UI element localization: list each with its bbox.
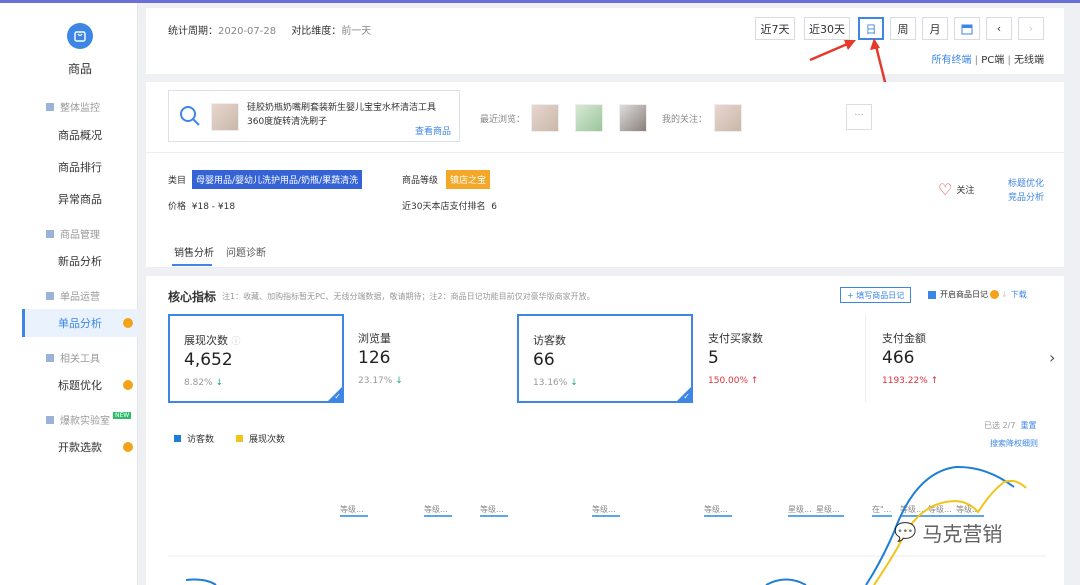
download-icon: ↓ — [1001, 290, 1008, 299]
tab-underline — [172, 264, 212, 266]
down-arrow-icon: ↓ — [570, 378, 578, 388]
next-arrow-icon[interactable]: › — [1018, 17, 1044, 40]
diary-toggle[interactable]: 开启商品日记 ↓ 下载 — [928, 289, 1027, 300]
recent-label: 最近浏览： — [480, 115, 526, 125]
chart-icon — [46, 229, 54, 238]
chart-icon — [46, 102, 54, 111]
title-optimize-link[interactable]: 标题优化 — [1008, 176, 1044, 189]
new-badge: NEW — [113, 412, 132, 419]
follow-thumb[interactable] — [714, 104, 742, 132]
help-icon[interactable]: ⓘ — [232, 337, 241, 347]
follow-label: 我的关注： — [662, 115, 708, 125]
competitor-link[interactable]: 竞品分析 — [1008, 190, 1044, 203]
section-overall-monitor: 整体监控 — [46, 99, 100, 114]
sidebar: 商品 整体监控 商品概况 商品排行 异常商品 商品管理 新品分析 单品运营 单品… — [0, 3, 138, 585]
metric-card-visitors[interactable]: 访客数 66 13.16% ↓ ✓ — [517, 314, 693, 403]
product-thumbnail — [211, 103, 239, 131]
metric-card-impressions[interactable]: 展现次数 ⓘ 4,652 8.82% ↓ ✓ — [168, 314, 344, 403]
prev-arrow-icon[interactable]: ‹ — [986, 17, 1012, 40]
terminal-all[interactable]: 所有终端 — [931, 55, 971, 66]
sidebar-item-overview[interactable]: 商品概况 — [22, 121, 138, 149]
category-tag: 母婴用品/婴幼儿洗护用品/奶瓶/果蔬清洗 — [192, 170, 363, 189]
btn-month[interactable]: 月 — [922, 17, 948, 40]
sidebar-item-ranking[interactable]: 商品排行 — [22, 153, 138, 181]
sidebar-item-title-optimize[interactable]: 标题优化 — [22, 371, 138, 399]
product-search-box[interactable]: 硅胶奶瓶奶嘴刷套装新生婴儿宝宝水杯清洁工具360度旋转清洗刷子 查看商品 — [168, 90, 460, 142]
recent-thumb[interactable] — [531, 104, 559, 132]
terminal-switch: 所有终端 | PC端 | 无线端 — [931, 55, 1044, 66]
btn-7days[interactable]: 近7天 — [755, 17, 795, 40]
visitors-line — [185, 465, 1015, 585]
sidebar-item-single-analysis[interactable]: 单品分析 — [22, 309, 138, 337]
down-arrow-icon: ↓ — [395, 376, 403, 386]
core-title: 核心指标 — [168, 290, 217, 304]
view-product-link[interactable]: 查看商品 — [415, 124, 451, 137]
notification-dot — [123, 318, 133, 328]
section-product-manage: 商品管理 — [46, 226, 100, 241]
sidebar-item-new-analysis[interactable]: 新品分析 — [22, 247, 138, 275]
write-diary-button[interactable]: + 填写商品日记 — [840, 287, 912, 303]
up-arrow-icon: ↑ — [750, 376, 759, 386]
category-row: 类目 母婴用品/婴幼儿洗护用品/奶瓶/果蔬清洗 — [168, 170, 363, 189]
watermark: 💬 马克营销 — [894, 522, 1003, 546]
sidebar-item-pick[interactable]: 开款选款 — [22, 433, 138, 461]
tab-bar: 销售分析 问题诊断 — [146, 234, 1064, 268]
tab-diagnosis[interactable]: 问题诊断 — [226, 244, 266, 259]
terminal-pc[interactable]: PC端 — [981, 55, 1004, 66]
chart-legend: 访客数 展现次数 — [174, 432, 285, 445]
recent-thumb[interactable] — [575, 104, 603, 132]
chart-controls: 已选 2/7 重置 — [984, 421, 1037, 430]
metric-card-pageviews[interactable]: 浏览量 126 23.17% ↓ — [344, 314, 516, 403]
notification-dot — [123, 442, 133, 452]
sidebar-item-abnormal[interactable]: 异常商品 — [22, 185, 138, 213]
section-tools: 相关工具 — [46, 350, 100, 365]
wechat-icon: 💬 — [894, 522, 917, 543]
search-rule-link[interactable]: 搜索降权细则 — [990, 438, 1038, 449]
legend-swatch — [236, 435, 244, 442]
section-single-ops: 单品运营 — [46, 288, 100, 303]
terminal-wireless[interactable]: 无线端 — [1014, 55, 1044, 66]
metric-card-buyers[interactable]: 支付买家数 5 150.00% ↑ — [694, 314, 866, 403]
download-link[interactable]: 下载 — [1011, 289, 1027, 300]
chevron-right-icon[interactable]: › — [1049, 348, 1055, 367]
up-arrow-icon: ↑ — [930, 376, 939, 386]
period-info: 统计周期：2020-07-28 对比维度：前一天 — [168, 26, 372, 37]
divider — [146, 152, 1064, 153]
product-logo-icon — [67, 23, 93, 49]
chart-icon — [46, 353, 54, 362]
main-panel: 硅胶奶瓶奶嘴刷套装新生婴儿宝宝水杯清洁工具360度旋转清洗刷子 查看商品 最近浏… — [146, 82, 1064, 585]
heart-icon: ♡ — [938, 180, 953, 199]
info-dot-icon — [990, 290, 999, 299]
rank-row: 近30天本店支付排名 6 — [402, 202, 497, 212]
grade-row: 商品等级 镇店之宝 — [402, 170, 491, 189]
chart-icon — [46, 291, 54, 300]
recent-thumb[interactable] — [619, 104, 647, 132]
tab-sales[interactable]: 销售分析 — [174, 244, 214, 259]
search-icon[interactable] — [179, 105, 201, 127]
chart-icon — [46, 415, 54, 424]
price-row: 价格 ¥18 - ¥18 — [168, 202, 236, 212]
follow-button[interactable]: ♡ 关注 — [938, 180, 974, 199]
header-panel: 统计周期：2020-07-28 对比维度：前一天 近7天 近30天 日 周 月 … — [146, 8, 1064, 74]
more-button[interactable]: ··· — [846, 104, 872, 130]
grade-tag: 镇店之宝 — [446, 170, 491, 189]
down-arrow-icon: ↓ — [215, 378, 224, 388]
legend-swatch — [174, 435, 181, 442]
gap — [146, 268, 1064, 276]
sidebar-title: 商品 — [67, 62, 92, 76]
section-lab: 爆款实验室 NEW — [46, 412, 132, 427]
core-note: 注1：收藏、加购指标暂无PC、无线分端数据，敬请期待；注2：商品日记功能目前仅对… — [222, 292, 595, 301]
notification-dot — [123, 380, 133, 390]
check-icon: ✓ — [334, 392, 341, 401]
calendar-icon[interactable] — [954, 17, 980, 40]
reset-link[interactable]: 重置 — [1021, 421, 1037, 430]
check-icon: ✓ — [683, 392, 690, 401]
metric-card-amount[interactable]: 支付金额 466 1193.22% ↑ — [868, 314, 1040, 403]
checkbox-icon[interactable] — [928, 290, 936, 299]
top-accent-bar — [0, 0, 1080, 3]
